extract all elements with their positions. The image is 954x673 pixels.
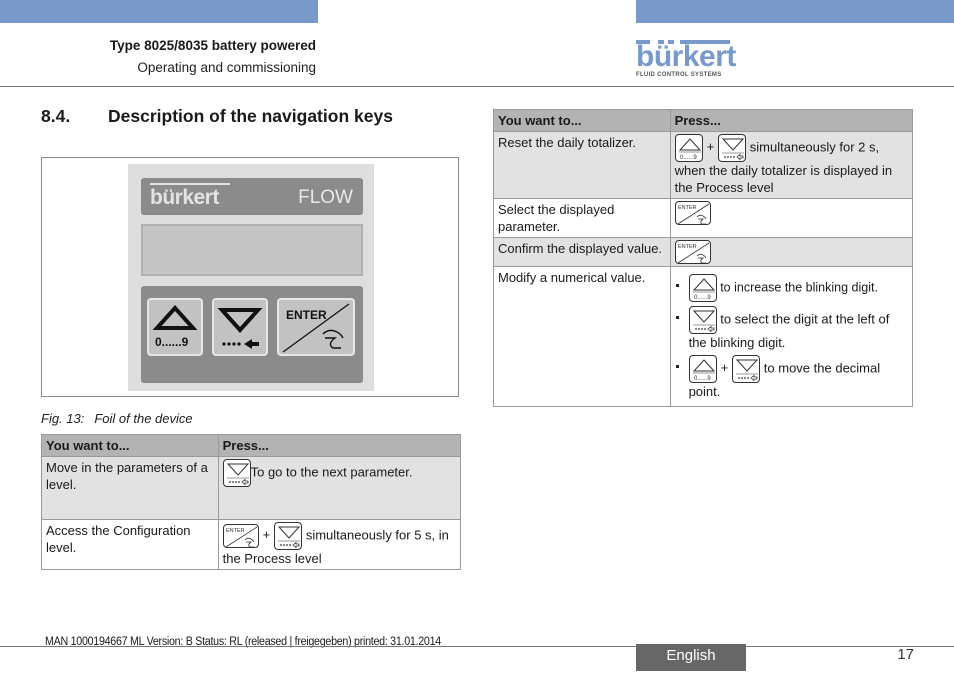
device-brand-panel: bürkert FLOW: [141, 178, 363, 215]
device-flow-label: FLOW: [298, 187, 353, 208]
logo-wordmark: bürkert: [636, 40, 736, 73]
section-title: Description of the navigation keys: [108, 106, 393, 126]
figure-frame: bürkert FLOW 0......9 ENTER: [41, 157, 459, 397]
table-header-row: You want to... Press...: [493, 109, 914, 132]
language-tab: English: [636, 644, 746, 671]
arrow-up-icon: 0......9: [152, 305, 198, 349]
down-arrow-key-icon: [688, 306, 717, 334]
table-row: Select the displayed parameter. ENTER: [493, 198, 914, 238]
device-key-up: 0......9: [147, 298, 203, 356]
action-cell: Access the Configuration level.: [41, 519, 219, 570]
arrow-down-glyph: [692, 310, 715, 333]
svg-text:0......9: 0......9: [680, 155, 697, 161]
action-cell: Reset the daily totalizer.: [493, 131, 671, 199]
logo-tagline: FLUID CONTROL SYSTEMS: [636, 72, 722, 78]
figure-caption: Fig. 13: Foil of the device: [41, 411, 193, 426]
device-brand-stripe: [150, 183, 230, 185]
arrow-up-glyph: 0......9: [692, 359, 715, 382]
svg-text:0......9: 0......9: [155, 335, 189, 349]
enter-hand-icon: ENTER: [282, 303, 350, 353]
down-arrow-key-icon: [718, 134, 747, 162]
document-title: Type 8025/8035 battery powered: [109, 38, 316, 53]
press-cell: ENTER: [669, 198, 914, 238]
column-header-action: You want to...: [493, 109, 671, 132]
figure-caption-text: Foil of the device: [94, 411, 193, 426]
device-brand: bürkert: [150, 186, 219, 209]
press-cell: 0......9 to increase the blinking digit.…: [669, 266, 914, 407]
header-divider: [0, 86, 954, 87]
action-cell: Confirm the displayed value.: [493, 237, 671, 267]
footer-divider: [0, 646, 954, 647]
column-header-press: Press...: [217, 434, 462, 457]
svg-text:0......9: 0......9: [694, 295, 711, 301]
svg-text:ENTER: ENTER: [226, 528, 245, 534]
header-bar-left: [0, 0, 318, 23]
down-arrow-key-icon: [222, 459, 251, 487]
list-item: to select the digit at the left of the b…: [675, 306, 908, 351]
press-text: To go to the next parameter.: [250, 464, 413, 480]
page-number: 17: [897, 646, 914, 663]
table-row: Access the Configuration level. ENTER + s…: [41, 519, 462, 570]
press-cell: ENTER + simultaneously for 5 s, in the Pr…: [217, 519, 462, 570]
arrow-down-glyph: [278, 526, 301, 549]
arrow-down-glyph: [226, 463, 249, 486]
table-row: Move in the parameters of a level. To go…: [41, 456, 462, 520]
enter-hand-glyph: ENTER: [677, 203, 709, 225]
bullet-text: to increase the blinking digit.: [720, 280, 878, 295]
arrow-down-glyph: [722, 138, 745, 161]
bullet-list: 0......9 to increase the blinking digit.…: [675, 274, 908, 400]
device-foil-image: bürkert FLOW 0......9 ENTER: [128, 164, 374, 391]
svg-text:ENTER: ENTER: [286, 308, 327, 322]
enter-key-icon: ENTER: [674, 201, 711, 225]
press-cell: 0......9 + simultaneously for 2 s, when t…: [669, 131, 914, 199]
burkert-logo: bürkert FLUID CONTROL SYSTEMS: [636, 40, 736, 78]
svg-text:ENTER: ENTER: [678, 244, 697, 250]
arrow-down-icon: [217, 308, 263, 349]
action-cell: Select the displayed parameter.: [493, 198, 671, 238]
navigation-keys-table-1: You want to... Press... Move in the para…: [41, 434, 462, 570]
press-cell: ENTER: [669, 237, 914, 267]
press-cell: To go to the next parameter.: [217, 456, 462, 520]
up-arrow-key-icon: 0......9: [688, 274, 717, 302]
svg-text:ENTER: ENTER: [678, 205, 697, 211]
arrow-up-glyph: 0......9: [678, 138, 701, 161]
section-number: 8.4.: [41, 106, 71, 126]
list-item: 0......9 to increase the blinking digit.: [675, 274, 908, 302]
svg-text:0......9: 0......9: [694, 376, 711, 382]
column-header-action: You want to...: [41, 434, 219, 457]
figure-caption-label: Fig. 13:: [41, 411, 85, 426]
enter-hand-glyph: ENTER: [677, 242, 709, 264]
plus-sign: +: [706, 139, 715, 155]
table-row: Modify a numerical value. 0......9 to in…: [493, 266, 914, 407]
list-item: 0......9 + to move the decimal point.: [675, 355, 908, 400]
action-cell: Modify a numerical value.: [493, 266, 671, 407]
down-arrow-key-icon: [732, 355, 761, 383]
navigation-keys-table-2: You want to... Press... Reset the daily …: [493, 109, 914, 407]
up-arrow-key-icon: 0......9: [674, 134, 703, 162]
header-bar-right: [636, 0, 954, 23]
arrow-down-glyph: [736, 359, 759, 382]
device-display: [141, 224, 363, 276]
action-cell: Move in the parameters of a level.: [41, 456, 219, 520]
column-header-press: Press...: [669, 109, 914, 132]
arrow-up-glyph: 0......9: [692, 278, 715, 301]
enter-hand-glyph: ENTER: [225, 526, 257, 548]
table-row: Confirm the displayed value. ENTER: [493, 237, 914, 267]
enter-key-icon: ENTER: [222, 524, 259, 548]
document-subtitle: Operating and commissioning: [137, 60, 316, 75]
up-arrow-key-icon: 0......9: [688, 355, 717, 383]
plus-sign: +: [720, 360, 729, 376]
plus-sign: +: [262, 527, 271, 543]
table-header-row: You want to... Press...: [41, 434, 462, 457]
device-keypad: 0......9 ENTER: [141, 286, 363, 383]
device-key-enter: ENTER: [277, 298, 355, 356]
down-arrow-key-icon: [274, 522, 303, 550]
enter-key-icon: ENTER: [674, 240, 711, 264]
device-key-down: [212, 298, 268, 356]
bullet-text: to select the digit at the left of the b…: [688, 311, 890, 350]
table-row: Reset the daily totalizer. 0......9 + sim…: [493, 131, 914, 199]
